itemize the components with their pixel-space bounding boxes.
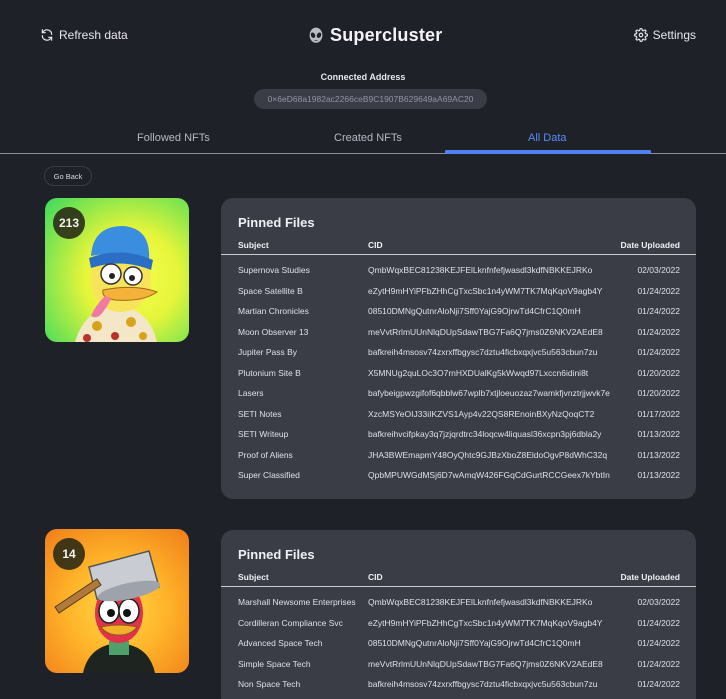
cell-cid: bafkreihvcifpkay3q7jzjqrdtrc34loqcw4liqu…	[368, 429, 602, 439]
tab-created-nfts[interactable]: Created NFTs	[334, 132, 402, 144]
table-row[interactable]: Advanced Space Tech 08510DMNgQutnrAloNji7…	[221, 633, 696, 653]
table-row[interactable]: Space Satellite B eZytH9mHYiPFbZHhCgTxcSb…	[221, 281, 696, 301]
app-brand: Supercluster	[308, 25, 442, 46]
cell-date: 01/13/2022	[637, 429, 680, 439]
cell-subject: Non Space Tech	[238, 679, 301, 689]
cell-subject: Jupiter Pass By	[238, 347, 298, 357]
pinned-files-card: Pinned Files Subject CID Date Uploaded S…	[221, 198, 696, 499]
top-bar: Refresh data Supercluster Settings	[0, 0, 726, 74]
table-row[interactable]: Proof of Aliens JHA3BWEmapmY48OyQhtc9GJBz…	[221, 445, 696, 465]
cell-cid: 08510DMNgQutnrAloNji7Sff0YajG9OjrwTd4Cfr…	[368, 306, 581, 316]
cell-date: 01/13/2022	[637, 470, 680, 480]
cell-date: 01/24/2022	[637, 285, 680, 296]
cell-date: 01/20/2022	[637, 388, 680, 398]
tab-followed-nfts[interactable]: Followed NFTs	[137, 132, 210, 144]
column-header-date: Date Uploaded	[620, 240, 680, 250]
tab-all-data[interactable]: All Data	[528, 132, 567, 144]
cell-date: 02/03/2022	[637, 597, 680, 607]
cell-subject: Plutonium Site B	[238, 367, 301, 378]
table-row[interactable]: Simple Space Tech meVvtRrlmUUnNlqDUpSdawT…	[221, 654, 696, 674]
cell-date: 01/17/2022	[637, 408, 680, 419]
card-title: Pinned Files	[238, 215, 315, 230]
settings-button[interactable]: Settings	[633, 28, 696, 42]
cell-cid: X5MNUg2quLOc3O7rnHXDUalKg5kWwqd97Lxccn6i…	[368, 367, 589, 378]
cell-date: 01/20/2022	[637, 367, 680, 378]
cell-subject: Supernova Studies	[238, 265, 310, 275]
column-header-cid: CID	[368, 572, 383, 582]
cell-cid: eZytH9mHYiPFbZHhCgTxcSbc1n4yWM7TK7MqKqoV…	[368, 617, 603, 628]
table-row[interactable]: Supernova Studies QmbWqxBEC81238KEJFElLkn…	[221, 260, 696, 280]
cell-date: 01/24/2022	[637, 679, 680, 689]
table-header: Subject CID Date Uploaded	[221, 240, 696, 255]
table-row[interactable]: Marshall Newsome Enterprises QmbWqxBEC812…	[221, 592, 696, 612]
table-row[interactable]: Plutonium Site B X5MNUg2quLOc3O7rnHXDUalK…	[221, 363, 696, 383]
cell-subject: Moon Observer 13	[238, 326, 309, 337]
settings-label: Settings	[652, 28, 696, 42]
cell-cid: meVvtRrlmUUnNlqDUpSdawTBG7Fa6Q7jms0Z6NKV…	[368, 658, 603, 669]
cell-cid: QpbMPUWGdMSj6D7wAmqW426FGqCdGurtRCCGeex7…	[368, 470, 610, 480]
cell-cid: bafkreih4msosv74zxrxffbgysc7dztu4ficbxqx…	[368, 679, 598, 689]
column-header-cid: CID	[368, 240, 383, 250]
cell-subject: Space Satellite B	[238, 285, 303, 296]
cell-date: 01/24/2022	[637, 617, 680, 628]
cell-subject: Proof of Aliens	[238, 449, 293, 460]
column-header-date: Date Uploaded	[620, 572, 680, 582]
cell-cid: XzcMSYeOIJ33iIKZVS1Ayp4v22QS8REnoinBXyNz…	[368, 408, 595, 419]
pinned-files-card: Pinned Files Subject CID Date Uploaded M…	[221, 530, 696, 699]
cell-subject: Super Classified	[238, 470, 300, 480]
column-header-subject: Subject	[238, 572, 269, 582]
cell-date: 01/13/2022	[637, 449, 680, 460]
cell-cid: 08510DMNgQutnrAloNji7Sff0YajG9OjrwTd4Cfr…	[368, 638, 581, 648]
cell-cid: eZytH9mHYiPFbZHhCgTxcSbc1n4yWM7TK7MqKqoV…	[368, 285, 603, 296]
cell-cid: QmbWqxBEC81238KEJFElLknfnfefjwasdl3kdfNB…	[368, 265, 593, 275]
column-header-subject: Subject	[238, 240, 269, 250]
nft-image-pot-head[interactable]: 14	[45, 529, 189, 673]
alien-icon	[309, 27, 323, 43]
table-row[interactable]: Moon Observer 13 meVvtRrlmUUnNlqDUpSdawTB…	[221, 322, 696, 342]
gear-icon	[633, 28, 648, 42]
nft-count-badge: 14	[53, 538, 85, 570]
active-tab-indicator	[445, 150, 651, 154]
table-row[interactable]: Non Space Tech bafkreih4msosv74zxrxffbgys…	[221, 674, 696, 694]
refresh-data-label: Refresh data	[59, 28, 128, 42]
app-title: Supercluster	[330, 25, 443, 45]
go-back-button[interactable]: Go Back	[44, 166, 92, 186]
cell-cid: QmbWqxBEC81238KEJFElLknfnfefjwasdl3kdfNB…	[368, 597, 593, 607]
cell-date: 01/24/2022	[637, 658, 680, 669]
nft-image-duck-beanie[interactable]: 213	[45, 198, 189, 342]
cell-subject: Advanced Space Tech	[238, 638, 323, 648]
cell-subject: Simple Space Tech	[238, 658, 311, 669]
cell-date: 01/24/2022	[637, 638, 680, 648]
cell-subject: Lasers	[238, 388, 264, 398]
cell-subject: Cordilleran Compliance Svc	[238, 617, 343, 628]
tab-bar: Followed NFTs Created NFTs All Data	[0, 126, 726, 154]
table-row[interactable]: Jupiter Pass By bafkreih4msosv74zxrxffbgy…	[221, 342, 696, 362]
connected-address-label: Connected Address	[320, 72, 406, 82]
table-row[interactable]: Super Classified QpbMPUWGdMSj6D7wAmqW426F…	[221, 465, 696, 485]
cell-cid: bafybeigpwzgifof6qbblw67wplb7xtjloeuozaz…	[368, 388, 610, 398]
cell-cid: JHA3BWEmapmY48OyQhtc9GJBzXboZ8EldoOgvP8d…	[368, 449, 608, 460]
table-row[interactable]: Cordilleran Compliance Svc eZytH9mHYiPFbZ…	[221, 613, 696, 633]
cell-subject: Marshall Newsome Enterprises	[238, 597, 356, 607]
nft-count-badge: 213	[53, 207, 85, 239]
table-header: Subject CID Date Uploaded	[221, 572, 696, 587]
connected-address-value[interactable]: 0×6eD68a1982ac2266ceB9C1907B629649aA69AC…	[254, 89, 487, 109]
cell-date: 01/24/2022	[637, 326, 680, 337]
cell-subject: SETI Writeup	[238, 429, 289, 439]
cell-date: 01/24/2022	[637, 306, 680, 316]
table-row[interactable]: SETI Notes XzcMSYeOIJ33iIKZVS1Ayp4v22QS8R…	[221, 404, 696, 424]
table-row[interactable]: SETI Writeup bafkreihvcifpkay3q7jzjqrdtrc…	[221, 424, 696, 444]
cell-cid: meVvtRrlmUUnNlqDUpSdawTBG7Fa6Q7jms0Z6NKV…	[368, 326, 603, 337]
cell-cid: bafkreih4msosv74zxrxffbgysc7dztu4ficbxqx…	[368, 347, 598, 357]
card-title: Pinned Files	[238, 547, 315, 562]
table-row[interactable]: Lasers bafybeigpwzgifof6qbblw67wplb7xtjlo…	[221, 383, 696, 403]
table-row[interactable]: Martian Chronicles 08510DMNgQutnrAloNji7S…	[221, 301, 696, 321]
refresh-data-button[interactable]: Refresh data	[40, 28, 128, 42]
cell-subject: SETI Notes	[238, 408, 282, 419]
refresh-icon	[41, 29, 53, 41]
cell-date: 01/24/2022	[637, 347, 680, 357]
cell-subject: Martian Chronicles	[238, 306, 309, 316]
cell-date: 02/03/2022	[637, 265, 680, 275]
